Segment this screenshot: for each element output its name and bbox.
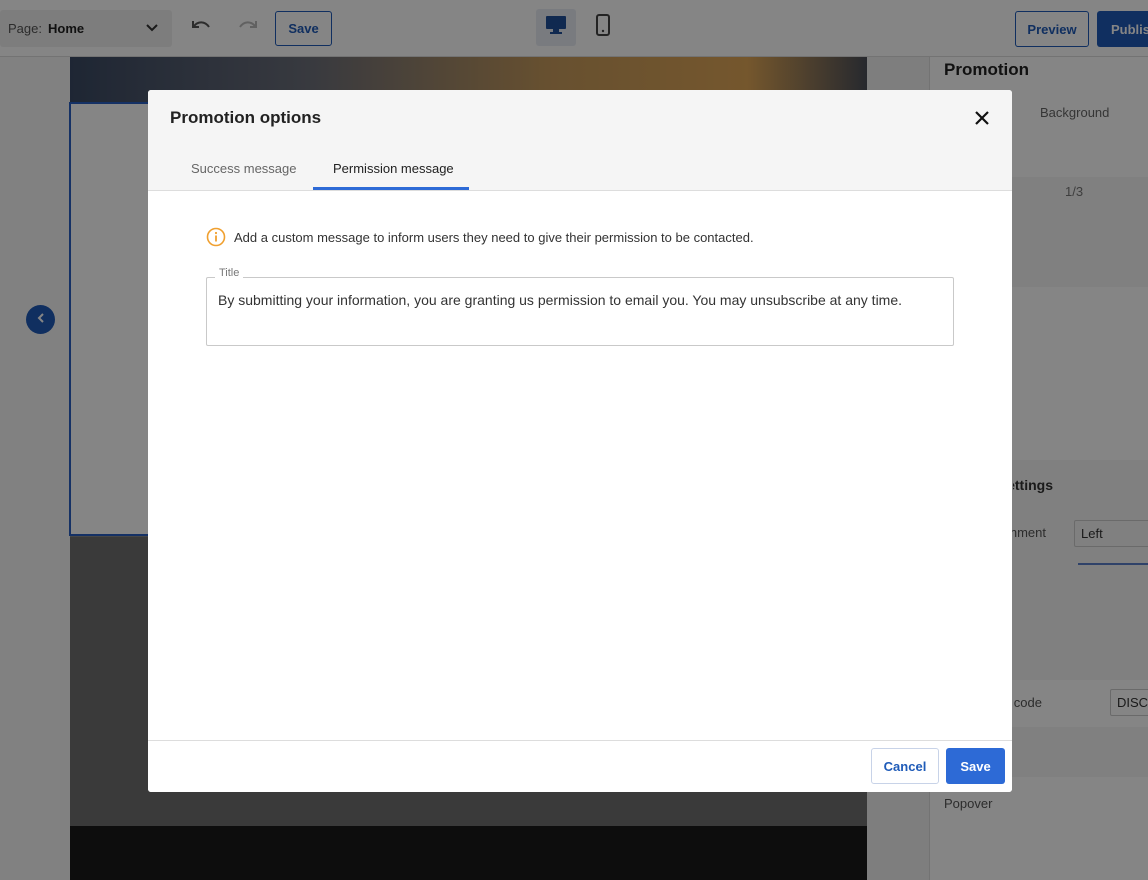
title-field[interactable]: Title By submitting your information, yo…	[206, 267, 954, 346]
promotion-options-dialog: Promotion options Success message Permis…	[148, 90, 1012, 792]
save-button[interactable]: Save	[946, 748, 1005, 784]
info-text: Add a custom message to inform users the…	[234, 229, 754, 245]
tab-success-message[interactable]: Success message	[191, 161, 297, 176]
tab-permission-message[interactable]: Permission message	[333, 161, 454, 176]
title-field-value[interactable]: By submitting your information, you are …	[218, 292, 902, 308]
dialog-footer: Cancel Save	[148, 740, 1012, 792]
info-icon	[206, 227, 226, 247]
close-icon	[974, 110, 990, 131]
close-button[interactable]	[970, 108, 994, 132]
dialog-title: Promotion options	[170, 108, 322, 127]
dialog-header: Promotion options Success message Permis…	[148, 90, 1012, 191]
title-field-label: Title	[215, 267, 244, 279]
active-tab-indicator	[313, 187, 469, 190]
cancel-button[interactable]: Cancel	[871, 748, 939, 784]
info-notice: Add a custom message to inform users the…	[206, 227, 754, 247]
